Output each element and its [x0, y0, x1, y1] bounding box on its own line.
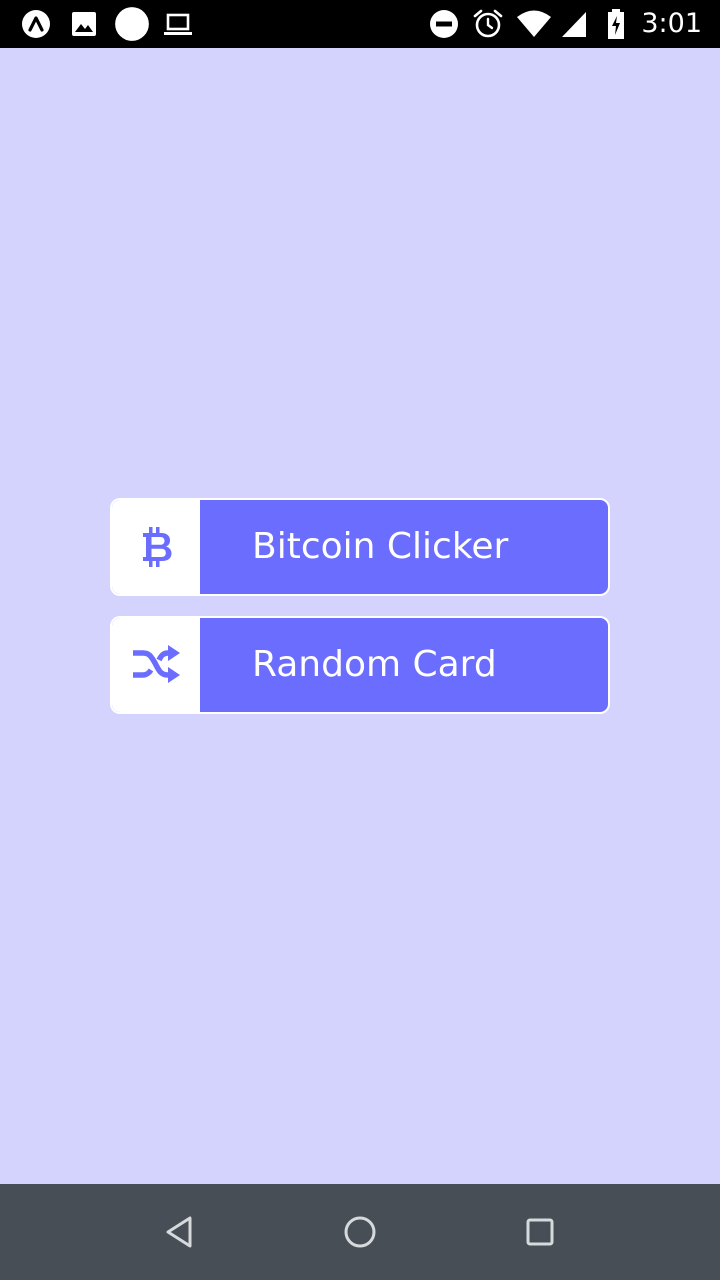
- bitcoin-clicker-label: Bitcoin Clicker: [252, 526, 509, 567]
- alarm-icon: [472, 8, 504, 40]
- laptop-icon: [162, 8, 194, 40]
- bitcoin-icon-box: [112, 500, 200, 594]
- home-icon: [344, 1216, 376, 1248]
- shuffle-icon: [133, 645, 180, 683]
- battery-charging-icon: [604, 8, 628, 40]
- status-bar: 3:01: [0, 0, 720, 48]
- recents-button[interactable]: [516, 1208, 564, 1256]
- home-button[interactable]: [336, 1208, 384, 1256]
- image-icon: [68, 8, 100, 40]
- random-card-button[interactable]: Random Card: [110, 616, 610, 714]
- app-launcher-icon: [20, 8, 52, 40]
- navigation-bar: [0, 1184, 720, 1280]
- random-card-label: Random Card: [252, 644, 497, 685]
- status-time: 3:01: [641, 8, 702, 39]
- recents-icon: [526, 1218, 554, 1246]
- menu: Bitcoin Clicker Random Card: [110, 498, 610, 734]
- shuffle-icon-box: [112, 618, 200, 712]
- back-button[interactable]: [156, 1208, 204, 1256]
- cell-signal-icon: [558, 8, 590, 40]
- wifi-icon: [516, 8, 552, 40]
- screen: 3:01 Bitcoin Clicker Random Card: [0, 0, 720, 1280]
- bitcoin-icon: [143, 527, 172, 567]
- do-not-disturb-icon: [428, 8, 460, 40]
- back-icon: [166, 1216, 192, 1248]
- circle-notification-icon: [114, 7, 150, 41]
- bitcoin-clicker-button[interactable]: Bitcoin Clicker: [110, 498, 610, 596]
